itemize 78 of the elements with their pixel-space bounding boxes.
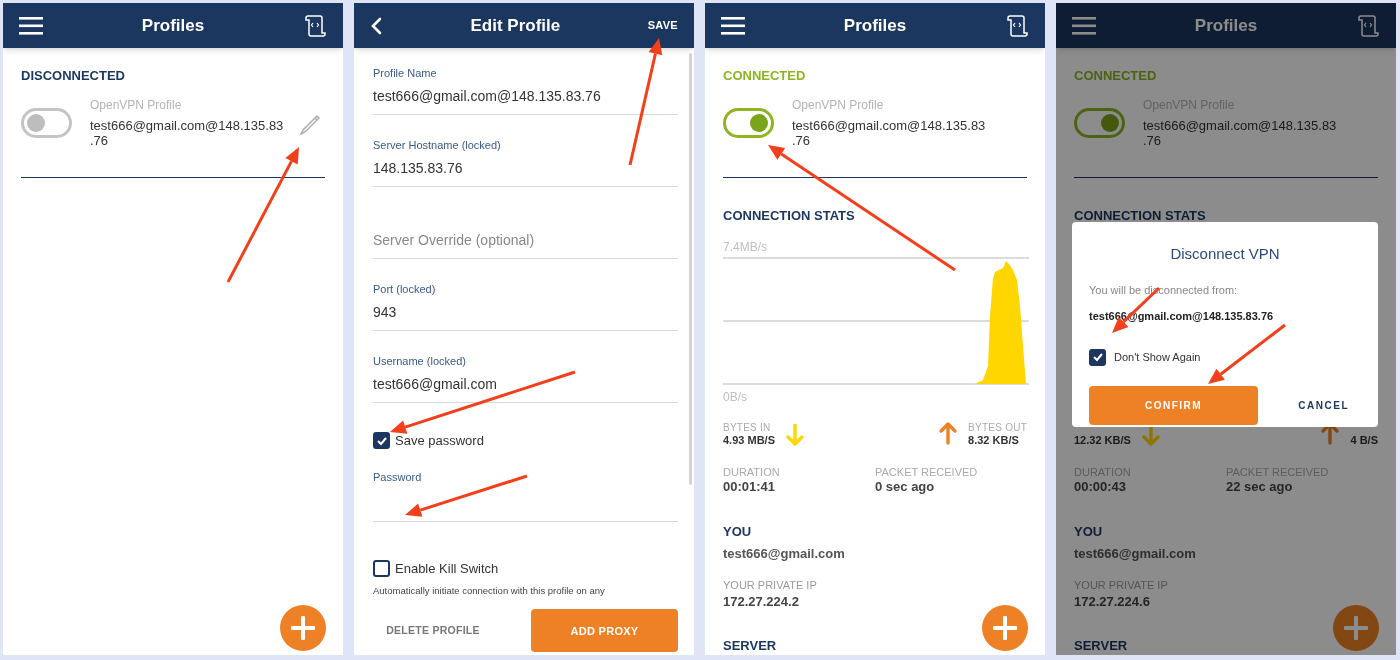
section-heading: YOU: [723, 523, 753, 536]
field-label: Password: [373, 469, 423, 484]
text-field[interactable]: test666@gmail.com@148.135.83.76: [373, 86, 678, 115]
field-label: Username (locked): [373, 354, 467, 368]
vpn-toggle[interactable]: [21, 108, 72, 138]
profile-name: test666@gmail.com@148.135.83 .76: [90, 118, 285, 148]
status-label: DISCONNECTED: [21, 67, 126, 82]
stat-value: 4.93 MB/S: [723, 434, 775, 447]
dialog-title: Disconnect VPN: [1169, 244, 1281, 264]
field-label: Port (locked): [373, 282, 437, 296]
log-icon[interactable]: [1005, 13, 1029, 38]
text-field[interactable]: 943: [373, 302, 678, 331]
add-button[interactable]: [982, 605, 1028, 651]
status-label: CONNECTED: [1074, 67, 1158, 82]
stat-value: 00:00:43: [1074, 479, 1128, 494]
checkbox[interactable]: [1089, 348, 1106, 366]
delete-button[interactable]: DELETE PROFILE: [373, 622, 493, 639]
back-icon[interactable]: [370, 15, 383, 36]
profile-name: test666@gmail.com@148.135.83 .76: [792, 118, 987, 148]
log-icon[interactable]: [303, 13, 327, 38]
stat-value: 0 sec ago: [875, 479, 936, 494]
checkbox-label: Don't Show Again: [1114, 349, 1201, 365]
stat-label: YOUR PRIVATE IP: [1074, 579, 1169, 592]
stat-label: PACKET RECEIVED: [875, 466, 979, 479]
stat-value: 22 sec ago: [1226, 479, 1294, 494]
axis-label: 7.4MB/s: [723, 241, 768, 253]
field-label: Profile Name: [373, 66, 438, 80]
section-heading: CONNECTION STATS: [723, 207, 856, 220]
section-heading: YOU: [1074, 523, 1104, 536]
plus-icon: [993, 616, 1017, 640]
checkbox-label: Save password: [395, 432, 484, 450]
download-arrow-icon: [784, 424, 805, 448]
save-button[interactable]: SAVE: [647, 17, 678, 34]
text-field[interactable]: 148.135.83.76: [373, 158, 678, 187]
vpn-toggle[interactable]: [1074, 108, 1125, 138]
user-email: test666@gmail.com: [1074, 546, 1197, 561]
section-heading: SERVER: [1074, 637, 1128, 650]
stat-label: BYTES OUT: [968, 422, 1027, 434]
plus-icon: [291, 616, 315, 640]
download-arrow-icon: [1140, 424, 1161, 448]
stat-value: 172.27.224.2: [723, 594, 800, 609]
checkbox[interactable]: [373, 432, 390, 450]
vpn-toggle[interactable]: [723, 108, 774, 138]
stat-value: 8.32 KB/S: [968, 434, 1020, 447]
menu-icon[interactable]: [721, 15, 745, 36]
stat-value: 00:01:41: [723, 479, 777, 494]
status-label: CONNECTED: [723, 67, 807, 82]
log-icon[interactable]: [1356, 13, 1380, 38]
check-icon: [1091, 351, 1104, 363]
section-heading: CONNECTION STATS: [1074, 207, 1207, 220]
checkbox-label: Enable Kill Switch: [395, 559, 499, 578]
stat-value: 4 B/S: [1350, 434, 1378, 447]
profile-type: OpenVPN Profile: [90, 98, 183, 112]
stat-label: BYTES IN: [723, 422, 772, 434]
section-heading: SERVER: [723, 637, 777, 650]
upload-arrow-icon: [938, 420, 959, 446]
menu-icon[interactable]: [19, 15, 43, 36]
text-field[interactable]: test666@gmail.com: [373, 374, 678, 403]
text-field[interactable]: Server Override (optional): [373, 230, 678, 259]
stat-label: YOUR PRIVATE IP: [723, 579, 818, 592]
axis-label: 0B/s: [723, 391, 748, 403]
screen-title: Edit Profile: [470, 14, 561, 37]
field-label: Server Hostname (locked): [373, 138, 502, 152]
help-text: Automatically initiate connection with this profile on any: [373, 584, 606, 598]
stat-value: 12.32 KB/S: [1074, 434, 1131, 447]
stat-value: 172.27.224.6: [1074, 594, 1151, 609]
profile-name: test666@gmail.com@148.135.83 .76: [1143, 118, 1338, 148]
user-email: test666@gmail.com: [723, 546, 846, 561]
plus-icon: [1344, 616, 1368, 640]
stat-label: DURATION: [723, 466, 781, 479]
checkbox[interactable]: [373, 559, 390, 577]
menu-icon[interactable]: [1072, 15, 1096, 36]
profile-type: OpenVPN Profile: [792, 98, 885, 112]
screen-title: Profiles: [843, 14, 907, 37]
cancel-button[interactable]: CANCEL: [1298, 397, 1349, 413]
add-button[interactable]: [280, 605, 326, 651]
screen-title: Profiles: [141, 14, 205, 37]
screen-title: Profiles: [1194, 14, 1258, 37]
